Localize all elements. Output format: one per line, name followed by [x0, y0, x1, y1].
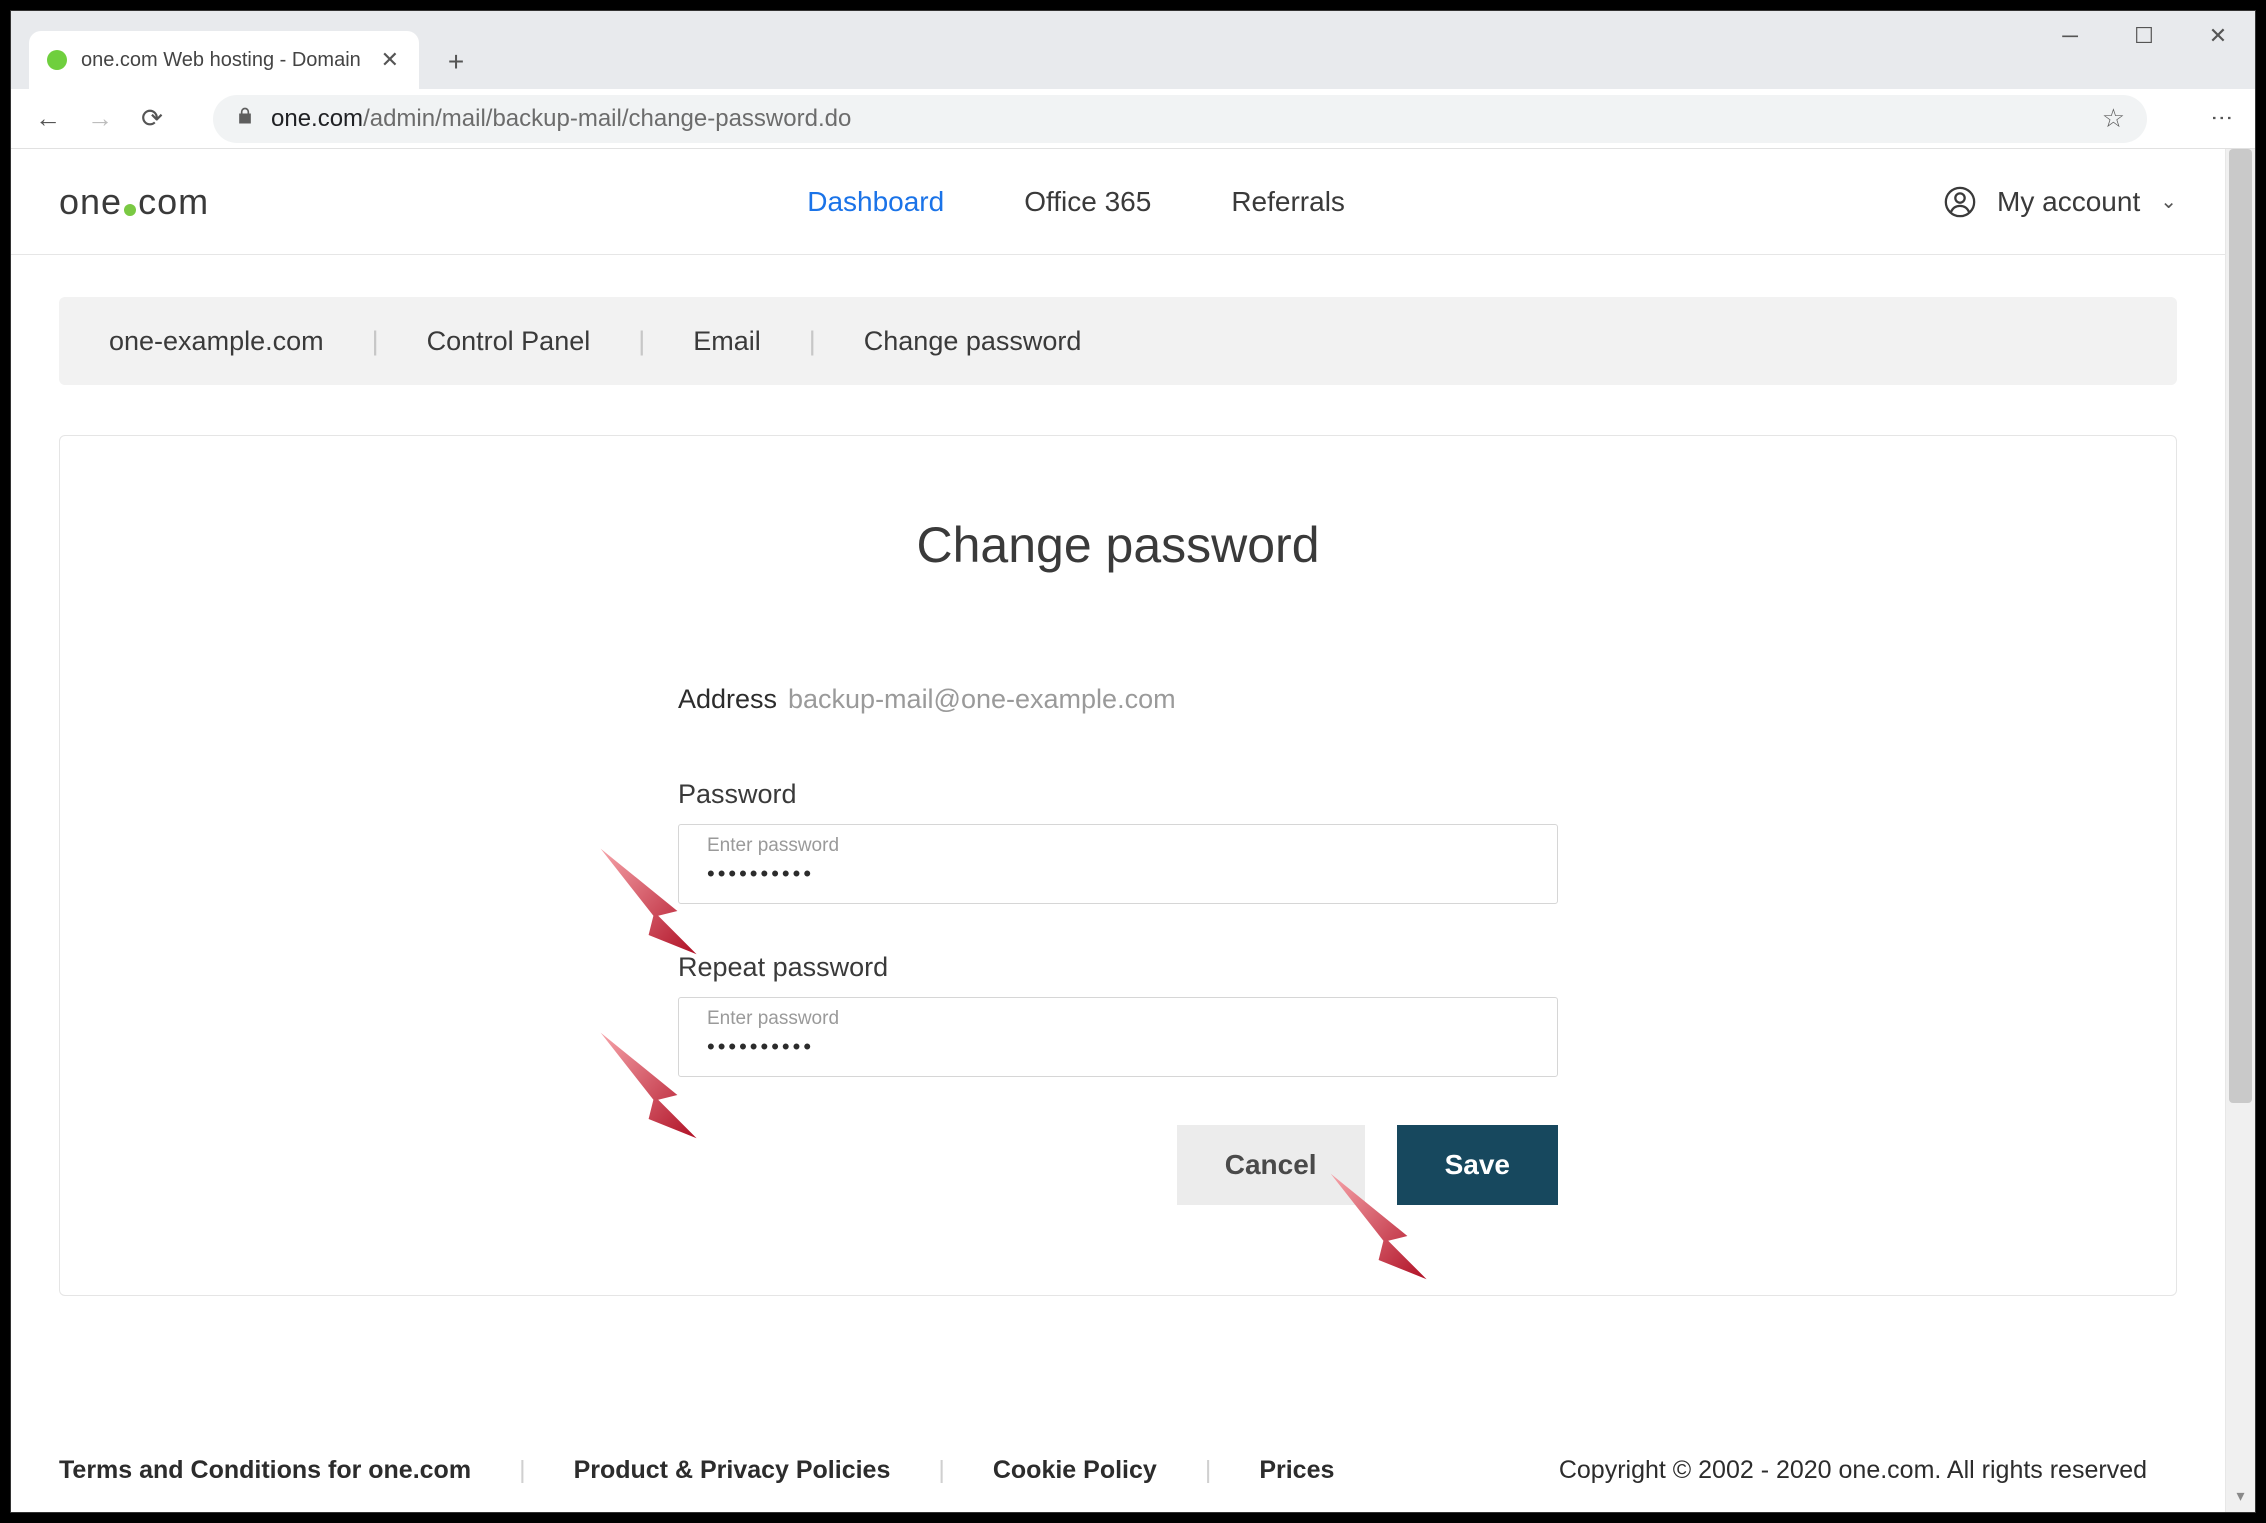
url-path: /admin/mail/backup-mail/change-password.… — [363, 105, 851, 132]
footer-policies[interactable]: Product & Privacy Policies — [574, 1456, 891, 1485]
repeat-password-field-wrap: Enter password — [678, 997, 1558, 1077]
window-close-icon[interactable]: ✕ — [2181, 11, 2255, 61]
account-menu[interactable]: My account ⌄ — [1943, 185, 2177, 219]
breadcrumb: one-example.com | Control Panel | Email … — [59, 297, 2177, 385]
footer-copyright: Copyright © 2002 - 2020 one.com. All rig… — [1559, 1456, 2147, 1485]
scroll-thumb[interactable] — [2229, 149, 2252, 1103]
repeat-password-float-label: Enter password — [707, 1008, 1529, 1030]
url-input[interactable]: one.com/admin/mail/backup-mail/change-pa… — [213, 95, 2147, 143]
forward-icon[interactable]: → — [83, 103, 117, 134]
logo-dot-icon — [124, 204, 136, 216]
scrollbar[interactable]: ▴ ▾ — [2225, 149, 2255, 1512]
logo-text-right: com — [138, 181, 209, 223]
password-label: Password — [678, 779, 1558, 810]
footer-cookie[interactable]: Cookie Policy — [993, 1456, 1157, 1485]
password-float-label: Enter password — [707, 835, 1529, 857]
address-label: Address — [678, 684, 788, 715]
browser-tab[interactable]: one.com Web hosting - Domain ✕ — [29, 31, 419, 89]
bookmark-star-icon[interactable]: ☆ — [2102, 103, 2125, 134]
breadcrumb-current: Change password — [864, 326, 1082, 357]
window-maximize-icon[interactable]: ☐ — [2107, 11, 2181, 61]
account-label: My account — [1997, 186, 2140, 218]
site-header: onecom Dashboard Office 365 Referrals My… — [11, 149, 2225, 255]
nav-referrals[interactable]: Referrals — [1231, 186, 1345, 218]
chevron-down-icon: ⌄ — [2160, 189, 2177, 214]
change-password-card: Change password Address backup-mail@one-… — [59, 435, 2177, 1296]
nav-dashboard[interactable]: Dashboard — [807, 186, 944, 218]
browser-titlebar: ─ ☐ ✕ one.com Web hosting - Domain ✕ + — [11, 11, 2255, 89]
tab-title: one.com Web hosting - Domain — [81, 49, 369, 72]
footer: Terms and Conditions for one.com | Produ… — [11, 1428, 2195, 1512]
repeat-password-input[interactable] — [707, 1034, 1529, 1060]
tab-close-icon[interactable]: ✕ — [381, 47, 399, 73]
nav-office365[interactable]: Office 365 — [1024, 186, 1151, 218]
breadcrumb-email[interactable]: Email — [693, 326, 761, 357]
reload-icon[interactable]: ⟳ — [135, 103, 169, 134]
address-value: backup-mail@one-example.com — [788, 684, 1176, 715]
window-minimize-icon[interactable]: ─ — [2033, 11, 2107, 61]
browser-menu-icon[interactable]: ⋮ — [2209, 107, 2235, 131]
footer-prices[interactable]: Prices — [1259, 1456, 1334, 1485]
save-button[interactable]: Save — [1397, 1125, 1558, 1205]
logo-text-left: one — [59, 181, 122, 223]
footer-terms[interactable]: Terms and Conditions for one.com — [59, 1456, 471, 1485]
address-bar: ← → ⟳ one.com/admin/mail/backup-mail/cha… — [11, 89, 2255, 149]
scroll-down-icon[interactable]: ▾ — [2226, 1486, 2255, 1510]
repeat-password-label: Repeat password — [678, 952, 1558, 983]
logo[interactable]: onecom — [59, 181, 209, 223]
password-input[interactable] — [707, 861, 1529, 887]
back-icon[interactable]: ← — [31, 103, 65, 134]
url-host: one.com — [271, 105, 363, 132]
breadcrumb-control-panel[interactable]: Control Panel — [427, 326, 591, 357]
cancel-button[interactable]: Cancel — [1177, 1125, 1365, 1205]
page-title: Change password — [140, 516, 2096, 574]
user-icon — [1943, 185, 1977, 219]
breadcrumb-domain[interactable]: one-example.com — [109, 326, 324, 357]
lock-icon — [235, 106, 255, 132]
favicon-icon — [47, 50, 67, 70]
password-field-wrap: Enter password — [678, 824, 1558, 904]
new-tab-button[interactable]: + — [435, 41, 477, 83]
